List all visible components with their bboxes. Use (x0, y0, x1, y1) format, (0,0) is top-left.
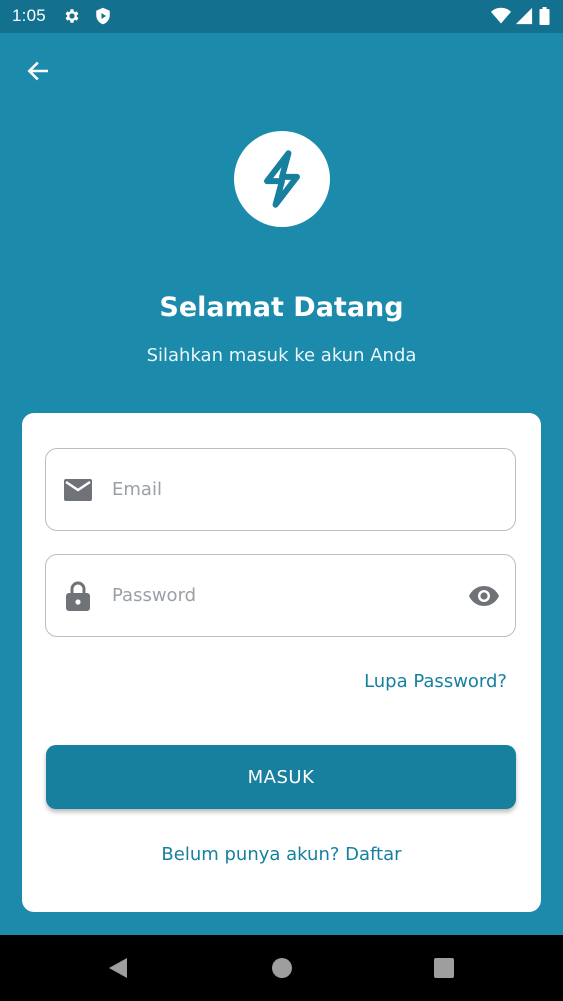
wifi-icon (491, 7, 511, 25)
password-input[interactable] (110, 555, 455, 636)
status-bar: 1:05 (0, 0, 563, 33)
nav-back-button[interactable] (106, 956, 130, 980)
email-field[interactable] (45, 448, 516, 531)
status-time: 1:05 (12, 6, 46, 25)
login-button[interactable]: MASUK (46, 745, 516, 809)
arrow-left-icon (27, 61, 48, 81)
nav-recents-button[interactable] (432, 956, 456, 980)
mail-icon (63, 475, 93, 505)
app-logo (234, 131, 330, 227)
home-circle-icon (272, 958, 292, 978)
nav-home-button[interactable] (270, 956, 294, 980)
toggle-password-visibility-button[interactable] (467, 579, 501, 613)
lightning-bolt-icon (264, 150, 300, 208)
login-screen: 1:05 Selamat Datang Silahkan masuk ke ak… (0, 0, 563, 1001)
page-subtitle: Silahkan masuk ke akun Anda (146, 345, 417, 366)
shield-icon (94, 7, 112, 25)
signal-icon (515, 7, 533, 25)
email-input[interactable] (110, 449, 455, 530)
eye-icon (469, 585, 499, 606)
back-triangle-icon (109, 958, 127, 978)
page-title: Selamat Datang (159, 292, 404, 323)
lock-icon (63, 581, 93, 611)
recents-square-icon (434, 958, 454, 978)
battery-icon (539, 7, 551, 25)
register-link[interactable]: Belum punya akun? Daftar (22, 844, 541, 865)
gear-icon (63, 7, 81, 25)
forgot-password-link[interactable]: Lupa Password? (364, 671, 507, 692)
password-field[interactable] (45, 554, 516, 637)
login-card: Lupa Password? MASUK Belum punya akun? D… (22, 413, 541, 912)
back-button[interactable] (22, 55, 54, 87)
system-nav-bar (0, 935, 563, 1001)
